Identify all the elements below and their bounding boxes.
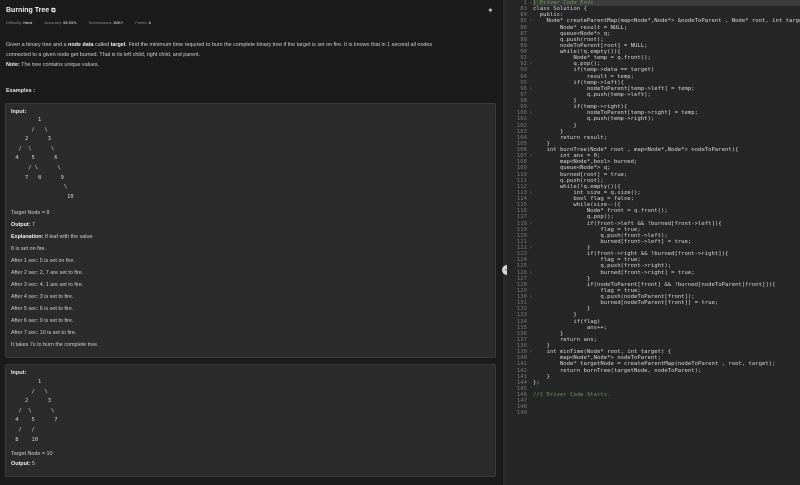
example-2-tree: 1 / \ 2 3 / \ \ 4 5 7 / / 8 10 [15,379,58,443]
example-2-target: Target Node = 10 [11,451,53,457]
explanation-line: After 5 sec: 6 is set to fire. [11,306,74,312]
code-line[interactable]: if(nodeToParent[front] && !burned[nodeTo… [533,282,800,288]
code-line[interactable]: Node* targetNode = createParentMap(nodeT… [533,361,800,367]
example-1-tree: 1 / \ 2 3 / \ \ 4 5 6 / \ \ 7 8 9 \ 10 [15,117,74,200]
explanation-line: After 4 sec: 3 is set to fire. [11,294,74,300]
code-area[interactable]: } Driver Code Ends class Solution { publi… [533,0,800,398]
stat-item: Difficulty: Hard [6,20,33,25]
example-2-output: Output: 5 [11,461,35,467]
line-number: 149 [516,410,527,417]
problem-panel: Burning Tree ⧉ ✦ Difficulty: Hard Accuracy… [0,0,503,485]
problem-stats: Difficulty: Hard Accuracy: 53.53% Submissi… [6,20,151,25]
example-1-box: Input: 1 / \ 2 3 / \ \ 4 5 6 / \ \ 7 8 9… [5,103,496,358]
example-1-explanation: Explanation: If leaf with the value [11,234,93,240]
explanation-line: After 3 sec: 4, 1 are set to fire. [11,282,84,288]
external-link-icon[interactable]: ⧉ [51,8,55,14]
code-line[interactable]: //{ Driver Code Starts. [533,392,800,398]
code-editor[interactable]: 1 83 84 85 86 87 88 89 90 91 92 93 94 95 96 97 98 99 100 10… [507,0,800,485]
example-1-input-label: Input: [11,109,27,115]
fold-marker[interactable] [529,410,533,416]
stat-item: Points: 8 [135,20,151,25]
code-line[interactable]: Node* createParentMap(map<Node*,Node*> &… [533,18,800,24]
line-number-gutter: 1 83 84 85 86 87 88 89 90 91 92 93 94 95 96 97 98 99 100 10… [507,0,529,485]
explanation-line: After 7 sec: 10 is set to fire. [11,330,77,336]
problem-title: Burning Tree ⧉ [6,7,56,14]
examples-heading: Examples : [6,88,36,94]
explanation-line: 8 is set on fire. [11,246,47,252]
problem-description: Given a binary tree and a node data call… [6,42,433,68]
explanation-line: After 2 sec: 2, 7 are set to fire. [11,270,84,276]
explanation-line: After 6 sec: 9 is set to fire. [11,318,74,324]
pin-icon[interactable]: ✦ [487,6,494,15]
stat-item: Accuracy: 53.53% [44,20,77,25]
example-2-box: Input: 1 / \ 2 3 / \ \ 4 5 7 / / 8 10 Ta… [5,364,496,477]
stat-item: Submissions: 82K+ [88,20,124,25]
example-1-target: Target Node = 8 [11,210,50,216]
explanation-line: After 1 sec: 5 is set on fire. [11,258,75,264]
example-2-input-label: Input: [11,370,27,376]
explanation-line: It takes 7s to burn the complete tree. [11,342,99,348]
example-1-output: Output: 7 [11,222,35,228]
